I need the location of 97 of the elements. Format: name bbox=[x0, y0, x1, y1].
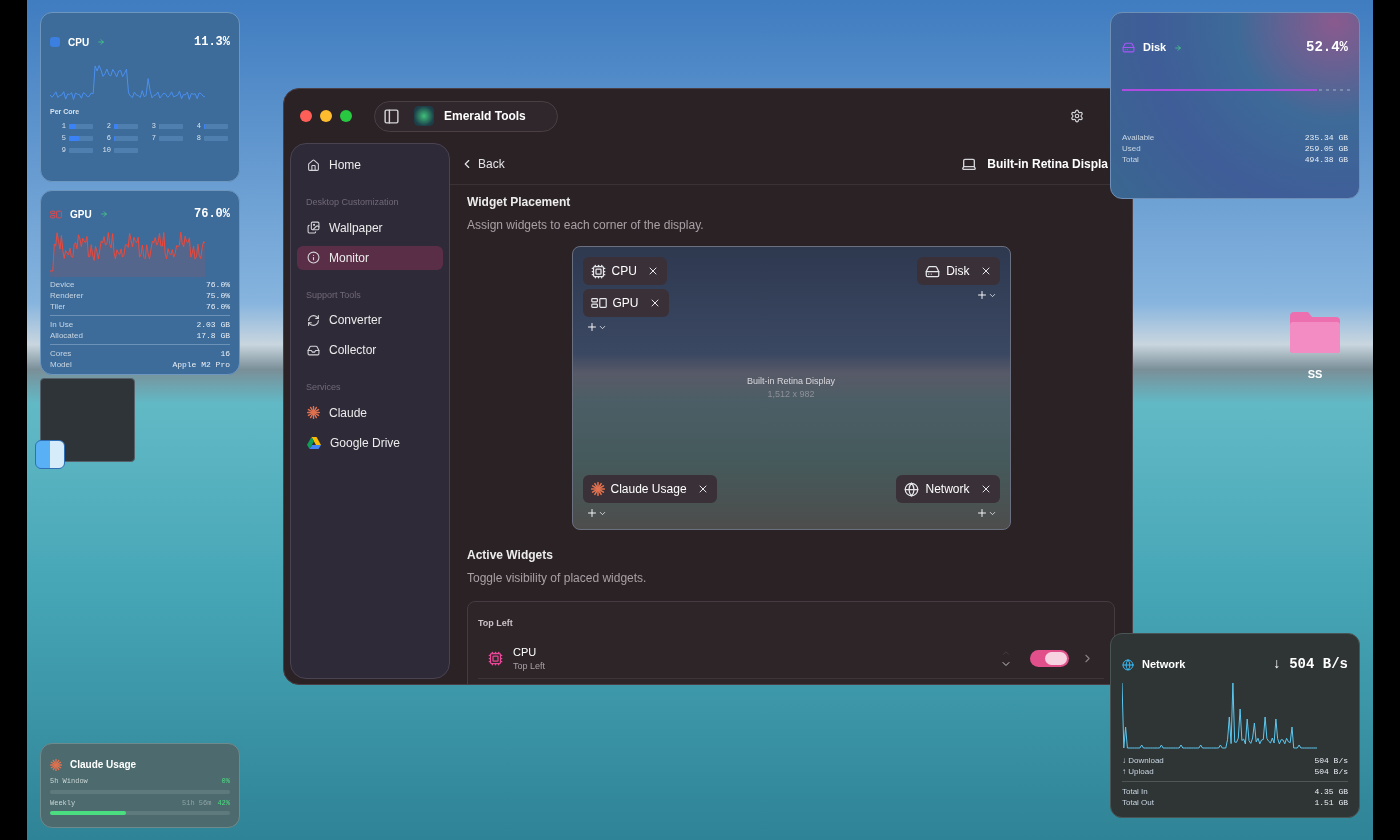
chip-label: Disk bbox=[946, 263, 970, 280]
widget-name: CPU bbox=[513, 644, 538, 660]
sidebar-item[interactable]: Home bbox=[297, 153, 443, 177]
section-title: Active Widgets bbox=[467, 547, 554, 564]
chip-icon bbox=[590, 263, 606, 279]
info-icon bbox=[307, 251, 320, 264]
triangle-logo-icon bbox=[307, 436, 321, 449]
sidebar-toggle-icon[interactable] bbox=[383, 107, 400, 125]
zoom-button[interactable] bbox=[340, 110, 352, 122]
stat-label: Model bbox=[50, 359, 72, 370]
stat-value: 1.51 GB bbox=[1314, 797, 1348, 808]
stat-value: 16 bbox=[220, 348, 230, 359]
widget-title: Network bbox=[1142, 657, 1186, 673]
starburst-icon bbox=[307, 406, 320, 419]
stat-value: 76.0% bbox=[206, 279, 230, 290]
plus-icon bbox=[585, 321, 598, 333]
refresh-icon bbox=[307, 313, 320, 327]
widget-value: 52.4% bbox=[1306, 38, 1348, 57]
sidebar-item[interactable]: Google Drive bbox=[297, 430, 443, 455]
stat-value: 75.0% bbox=[206, 290, 230, 301]
widget-title: Claude Usage bbox=[70, 758, 137, 772]
section-title: Widget Placement bbox=[467, 194, 572, 211]
stat-value: 504 B/s bbox=[1314, 766, 1348, 777]
settings-icon[interactable] bbox=[1070, 109, 1084, 123]
stat-value: 494.38 GB bbox=[1304, 154, 1348, 165]
stat-value: 504 B/s bbox=[1314, 755, 1348, 766]
close-button[interactable] bbox=[300, 110, 312, 122]
stat-label: ↑ Upload bbox=[1122, 766, 1154, 777]
stat-value: 76.0% bbox=[206, 301, 230, 312]
stat-label: Total bbox=[1122, 154, 1139, 165]
widget-title: GPU bbox=[70, 207, 92, 222]
arrow-right-icon bbox=[1174, 43, 1183, 52]
sidebar-section-label: Desktop Customization bbox=[305, 196, 400, 209]
globe-icon bbox=[904, 481, 920, 497]
widget-position: Top Left bbox=[513, 660, 546, 673]
visibility-toggle[interactable] bbox=[1030, 650, 1069, 667]
preview-display-name: Built-in Retina Display bbox=[746, 374, 835, 388]
sidebar-item[interactable]: Converter bbox=[297, 308, 443, 332]
widget-title: CPU bbox=[68, 35, 90, 50]
widget-value: 76.0% bbox=[194, 206, 230, 223]
back-button[interactable]: Back bbox=[460, 154, 505, 173]
stat-value: Apple M2 Pro bbox=[172, 359, 230, 370]
plus-icon bbox=[975, 289, 988, 301]
gpu-icon bbox=[50, 209, 62, 219]
sidebar-item[interactable]: Wallpaper bbox=[297, 215, 443, 240]
group-label: Top Left bbox=[478, 618, 513, 628]
preview-resolution: 1,512 x 982 bbox=[767, 388, 815, 401]
plus-icon bbox=[975, 507, 988, 519]
sidebar-item[interactable]: Claude bbox=[297, 400, 443, 425]
plus-icon bbox=[585, 507, 598, 519]
chip-icon bbox=[488, 651, 503, 666]
stat-label: In Use bbox=[50, 319, 74, 330]
tray-icon bbox=[307, 343, 320, 357]
house-icon bbox=[307, 158, 320, 172]
arrow-right-icon bbox=[97, 38, 106, 46]
stat-value: 17.8 GB bbox=[196, 330, 230, 341]
stat-label: Available bbox=[1122, 132, 1155, 143]
widget-title: Disk bbox=[1143, 40, 1167, 56]
display-name: Built-in Retina Displa bbox=[987, 155, 1108, 173]
stat-value: 235.34 GB bbox=[1304, 132, 1348, 143]
stat-value: 4.35 GB bbox=[1314, 786, 1348, 797]
stat-value: 259.05 GB bbox=[1304, 143, 1348, 154]
chip-label: GPU bbox=[612, 295, 639, 312]
drive-icon bbox=[1122, 41, 1135, 54]
images-icon bbox=[307, 221, 320, 234]
folder-icon bbox=[1288, 310, 1342, 354]
chip-label: Network bbox=[925, 481, 970, 498]
gpu-icon bbox=[590, 297, 607, 309]
sidebar-item[interactable]: Collector bbox=[297, 338, 443, 362]
widget-value: 11.3% bbox=[194, 34, 230, 51]
chip-icon bbox=[50, 37, 60, 47]
stat-label: Total Out bbox=[1122, 797, 1154, 808]
app-logo-icon bbox=[414, 106, 434, 126]
stat-label: Tiler bbox=[50, 301, 66, 312]
stat-label: Renderer bbox=[50, 290, 84, 301]
stat-label: Device bbox=[50, 279, 75, 290]
stat-value: 2.03 GB bbox=[196, 319, 230, 330]
arrow-right-icon bbox=[99, 210, 108, 218]
minimize-button[interactable] bbox=[320, 110, 332, 122]
starburst-icon bbox=[590, 482, 605, 496]
section-subtitle: Assign widgets to each corner of the display. bbox=[467, 217, 705, 234]
stat-label: ↓ Download bbox=[1122, 755, 1164, 766]
stat-label: Used bbox=[1122, 143, 1141, 154]
sidebar-section-label: Services bbox=[305, 381, 342, 394]
globe-icon bbox=[1122, 658, 1134, 671]
widget-value: ↓ 504 B/s bbox=[1272, 655, 1348, 674]
stat-label: Cores bbox=[50, 348, 72, 359]
stat-label: Allocated bbox=[50, 330, 83, 341]
folder-label: SS bbox=[1307, 367, 1323, 382]
chip-label: Claude Usage bbox=[610, 481, 687, 498]
stat-label: Total In bbox=[1122, 786, 1148, 797]
starburst-icon bbox=[50, 758, 62, 771]
drive-icon bbox=[925, 263, 941, 279]
sidebar-item[interactable]: Monitor bbox=[297, 245, 443, 270]
app-title: Emerald Tools bbox=[444, 108, 526, 125]
chip-label: CPU bbox=[611, 263, 637, 280]
section-subtitle: Toggle visibility of placed widgets. bbox=[467, 570, 648, 587]
